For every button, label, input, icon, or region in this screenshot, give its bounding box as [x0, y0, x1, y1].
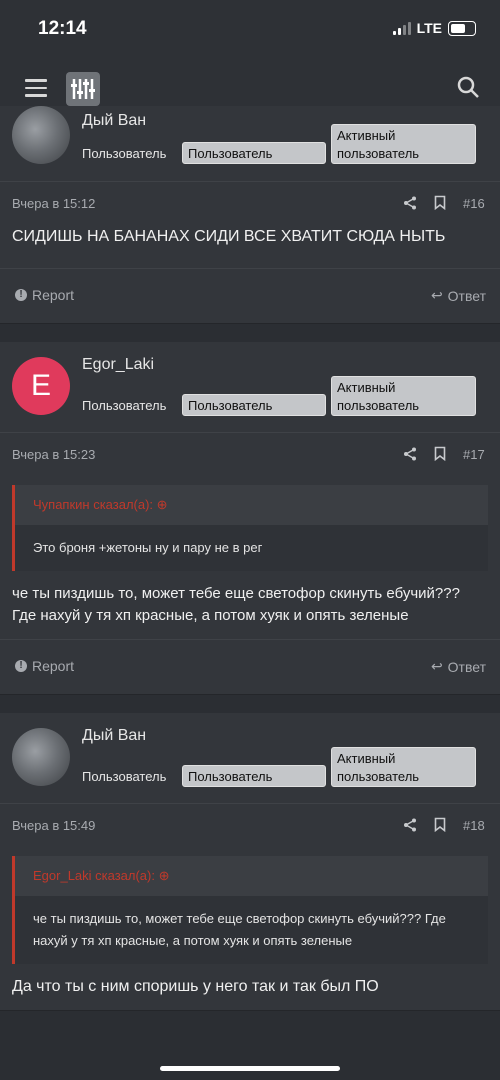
user-badge: Активный пользователь	[331, 376, 476, 416]
post-date[interactable]: Вчера в 15:12	[12, 196, 95, 211]
quote-author[interactable]: Чупапкин сказал(а): ⊕	[15, 485, 488, 525]
user-title: Пользователь	[82, 146, 167, 161]
user-title: Пользователь	[82, 398, 167, 413]
report-button[interactable]: ! Report	[15, 658, 74, 674]
post-list: Дый Ван Пользователь Пользователь Активн…	[0, 106, 500, 1011]
post: Дый Ван Пользователь Пользователь Активн…	[0, 106, 500, 324]
search-icon[interactable]	[456, 75, 480, 99]
report-label: Report	[32, 658, 75, 674]
post-separator	[0, 324, 500, 342]
reply-button[interactable]: ↩ Ответ	[431, 287, 486, 304]
avatar[interactable]: E	[12, 357, 70, 415]
menu-icon[interactable]	[25, 79, 47, 97]
post-number[interactable]: #17	[463, 447, 485, 462]
post-header: Дый Ван Пользователь Пользователь Активн…	[0, 713, 500, 804]
quote-block: Чупапкин сказал(а): ⊕ Это броня +жетоны …	[12, 485, 488, 571]
avatar[interactable]	[12, 728, 70, 786]
report-button[interactable]: ! Report	[15, 287, 74, 303]
user-badge: Пользователь	[182, 765, 326, 787]
user-badge: Активный пользователь	[331, 124, 476, 164]
status-bar: 12:14 LTE	[0, 0, 500, 60]
avatar[interactable]	[12, 106, 70, 164]
post-number[interactable]: #16	[463, 196, 485, 211]
post-body: Да что ты с ним споришь у него так и так…	[12, 978, 379, 995]
reply-label: Ответ	[447, 287, 486, 304]
share-icon[interactable]	[403, 818, 417, 832]
post-date[interactable]: Вчера в 15:49	[12, 818, 95, 833]
report-label: Report	[32, 287, 75, 303]
reply-icon: ↩	[430, 658, 443, 674]
quote-text: че ты пиздишь то, может тебе еще светофо…	[15, 896, 488, 964]
username[interactable]: Egor_Laki	[82, 356, 154, 374]
home-indicator[interactable]	[160, 1066, 340, 1071]
bookmark-icon[interactable]	[434, 195, 446, 211]
alert-icon: !	[15, 289, 27, 301]
username[interactable]: Дый Ван	[82, 727, 146, 745]
share-icon[interactable]	[403, 196, 417, 210]
reply-label: Ответ	[447, 658, 486, 675]
post-meta: Вчера в 15:49 #18	[0, 804, 500, 848]
post-footer: ! Report ↩ Ответ	[0, 268, 500, 323]
reply-icon: ↩	[430, 287, 443, 303]
post-footer: ! Report ↩ Ответ	[0, 639, 500, 694]
user-badge: Пользователь	[182, 394, 326, 416]
bookmark-icon[interactable]	[434, 817, 446, 833]
post-number[interactable]: #18	[463, 818, 485, 833]
reply-button[interactable]: ↩ Ответ	[431, 658, 486, 675]
share-icon[interactable]	[403, 447, 417, 461]
quote-block: Egor_Laki сказал(а): ⊕ че ты пиздишь то,…	[12, 856, 488, 964]
status-time: 12:14	[38, 18, 87, 39]
forum-logo-icon[interactable]	[66, 72, 100, 106]
post: Дый Ван Пользователь Пользователь Активн…	[0, 713, 500, 1011]
post-header: E Egor_Laki Пользователь Пользователь Ак…	[0, 342, 500, 433]
network-label: LTE	[416, 20, 442, 36]
quote-author[interactable]: Egor_Laki сказал(а): ⊕	[15, 856, 488, 896]
post-date[interactable]: Вчера в 15:23	[12, 447, 95, 462]
bookmark-icon[interactable]	[434, 446, 446, 462]
post: E Egor_Laki Пользователь Пользователь Ак…	[0, 342, 500, 695]
post-header: Дый Ван Пользователь Пользователь Активн…	[0, 106, 500, 182]
post-body: СИДИШЬ НА БАНАНАХ СИДИ ВСЕ ХВАТИТ СЮДА Н…	[12, 228, 446, 245]
user-title: Пользователь	[82, 769, 167, 784]
arrow-up-icon[interactable]: ⊕	[157, 497, 168, 512]
post-meta: Вчера в 15:23 #17	[0, 433, 500, 477]
user-badge: Активный пользователь	[331, 747, 476, 787]
post-meta: Вчера в 15:12 #16	[0, 182, 500, 226]
post-body: че ты пиздишь то, может тебе еще светофо…	[12, 585, 460, 624]
status-indicators: LTE	[392, 20, 476, 36]
alert-icon: !	[15, 660, 27, 672]
arrow-up-icon[interactable]: ⊕	[159, 868, 170, 883]
user-badge: Пользователь	[182, 142, 326, 164]
avatar-letter: E	[30, 369, 51, 402]
battery-icon	[448, 20, 476, 36]
signal-icon	[392, 21, 411, 35]
quote-text: Это броня +жетоны ну и пару не в рег	[15, 525, 488, 571]
username[interactable]: Дый Ван	[82, 112, 146, 130]
post-separator	[0, 695, 500, 713]
